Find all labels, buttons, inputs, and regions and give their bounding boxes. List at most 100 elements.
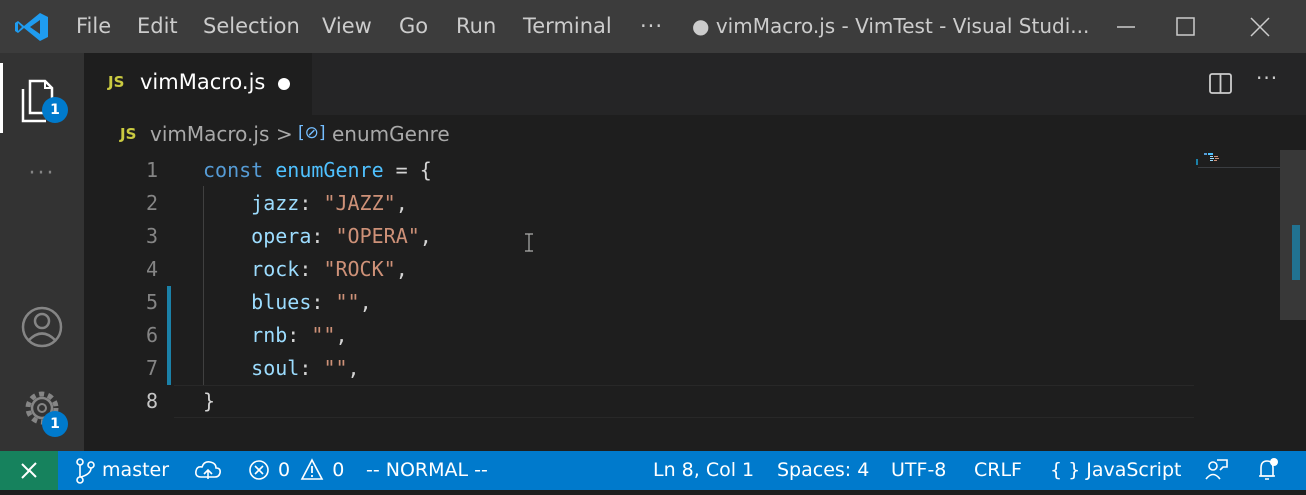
menu-terminal[interactable]: Terminal — [523, 0, 612, 53]
maximize-button[interactable] — [1150, 0, 1222, 53]
javascript-file-icon: JS — [108, 73, 125, 91]
menu-go[interactable]: Go — [399, 0, 428, 53]
error-icon — [249, 460, 269, 480]
tab-vimmacro-js[interactable]: JS vimMacro.js — [84, 53, 312, 115]
code-line: rnb: "", — [203, 323, 348, 347]
activity-bar: 1 ··· 1 — [0, 53, 84, 451]
text-cursor-icon — [525, 233, 533, 252]
code-line: } — [203, 389, 215, 413]
code-token: "OPERA" — [335, 224, 420, 248]
code-line: soul: "", — [203, 356, 359, 380]
tab-label: vimMacro.js — [140, 70, 266, 94]
branch-item[interactable]: master — [74, 451, 169, 490]
git-branch-icon — [76, 458, 95, 484]
menu-selection[interactable]: Selection — [203, 0, 300, 53]
code-line: jazz: "JAZZ", — [203, 191, 408, 215]
vim-mode-indicator: -- NORMAL -- — [366, 459, 488, 481]
code-token: : — [311, 290, 336, 314]
remote-icon — [21, 462, 37, 479]
code-line: const enumGenre = { — [203, 158, 432, 182]
code-token: "" — [335, 290, 360, 314]
problems-item[interactable]: 0 0 — [248, 451, 344, 490]
cursor-position[interactable]: Ln 8, Col 1 — [653, 451, 754, 490]
window-title: ● vimMacro.js - VimTest - Visual Studi..… — [692, 0, 1089, 53]
code-token: rock — [251, 257, 300, 281]
breadcrumb-symbol[interactable]: enumGenre — [332, 122, 450, 146]
menu-file[interactable]: File — [76, 0, 111, 53]
window-title-text: vimMacro.js - VimTest - Visual Studi... — [715, 14, 1090, 38]
split-editor-icon[interactable] — [1206, 69, 1236, 99]
publish-cloud-icon[interactable] — [194, 451, 222, 490]
code-editor[interactable]: 1 2 3 4 5 6 7 8 const enumGenre = { jazz… — [84, 153, 1194, 451]
code-token: : — [299, 356, 324, 380]
status-bar: master 0 0 -- NORMAL -- Ln 8, Col 1 Spac… — [0, 451, 1306, 490]
code-token: , — [419, 224, 432, 248]
current-line-highlight — [174, 385, 1194, 418]
manage-button[interactable]: 1 — [0, 378, 84, 438]
files-icon — [21, 79, 54, 123]
line-number: 1 — [145, 158, 158, 182]
line-number: 6 — [145, 323, 158, 347]
code-token: : — [299, 257, 324, 281]
language-label: JavaScript — [1086, 459, 1182, 481]
modified-lines-indicator[interactable] — [167, 286, 171, 385]
language-mode-selector[interactable]: { } JavaScript — [1050, 451, 1181, 490]
explorer-button[interactable]: 1 — [0, 63, 84, 133]
code-token: = { — [383, 158, 432, 182]
indentation-selector[interactable]: Spaces: 4 — [777, 451, 869, 490]
variable-symbol-icon: [⊘] — [298, 123, 326, 143]
eol-selector[interactable]: CRLF — [974, 451, 1022, 490]
title-bar: File Edit Selection View Go Run Terminal… — [0, 0, 1306, 53]
close-window-button[interactable] — [1232, 0, 1304, 53]
line-number: 5 — [145, 290, 158, 314]
explorer-badge: 1 — [42, 97, 68, 123]
line-number: 3 — [145, 224, 158, 248]
feedback-icon[interactable] — [1203, 451, 1229, 490]
code-token: : — [311, 224, 336, 248]
error-count: 0 — [278, 459, 291, 481]
menu-more[interactable]: ··· — [640, 0, 663, 53]
menu-edit[interactable]: Edit — [137, 0, 178, 53]
warning-count: 0 — [332, 459, 345, 481]
activity-more-button[interactable]: ··· — [0, 161, 84, 186]
line-number: 7 — [145, 356, 158, 380]
vscode-logo-icon — [15, 13, 48, 41]
code-token: } — [203, 389, 216, 413]
encoding-selector[interactable]: UTF-8 — [891, 451, 946, 490]
breadcrumb-js-icon: JS — [120, 125, 137, 143]
line-number: 2 — [145, 191, 158, 215]
warning-icon — [300, 458, 324, 480]
code-token: "ROCK" — [323, 257, 396, 281]
code-token: "JAZZ" — [323, 191, 396, 215]
maximize-icon — [1176, 17, 1195, 36]
code-token: , — [335, 323, 348, 347]
overview-ruler-marker — [1292, 225, 1300, 280]
editor-tab-bar: JS vimMacro.js ··· — [84, 53, 1306, 115]
menu-view[interactable]: View — [322, 0, 372, 53]
breadcrumb: JS vimMacro.js > [⊘] enumGenre — [84, 115, 1194, 153]
code-token: "" — [323, 356, 348, 380]
code-token: opera — [251, 224, 312, 248]
editor-more-actions-button[interactable]: ··· — [1256, 66, 1278, 90]
code-token: rnb — [251, 323, 288, 347]
line-number-current: 8 — [145, 389, 158, 413]
code-line: opera: "OPERA", — [203, 224, 432, 248]
close-icon — [1250, 17, 1270, 37]
braces-icon: { } — [1050, 459, 1081, 481]
code-line: blues: "", — [203, 290, 371, 314]
notifications-bell-icon[interactable] — [1255, 451, 1281, 490]
line-number: 4 — [145, 257, 158, 281]
minimap[interactable] — [1194, 115, 1306, 451]
remote-indicator-button[interactable] — [0, 451, 58, 490]
account-icon[interactable] — [0, 297, 84, 357]
code-token: soul — [251, 356, 300, 380]
menu-run[interactable]: Run — [456, 0, 496, 53]
unsaved-dot-icon[interactable] — [278, 78, 290, 90]
breadcrumb-file[interactable]: vimMacro.js — [150, 122, 269, 146]
code-token: , — [395, 191, 408, 215]
code-token: : — [299, 191, 324, 215]
